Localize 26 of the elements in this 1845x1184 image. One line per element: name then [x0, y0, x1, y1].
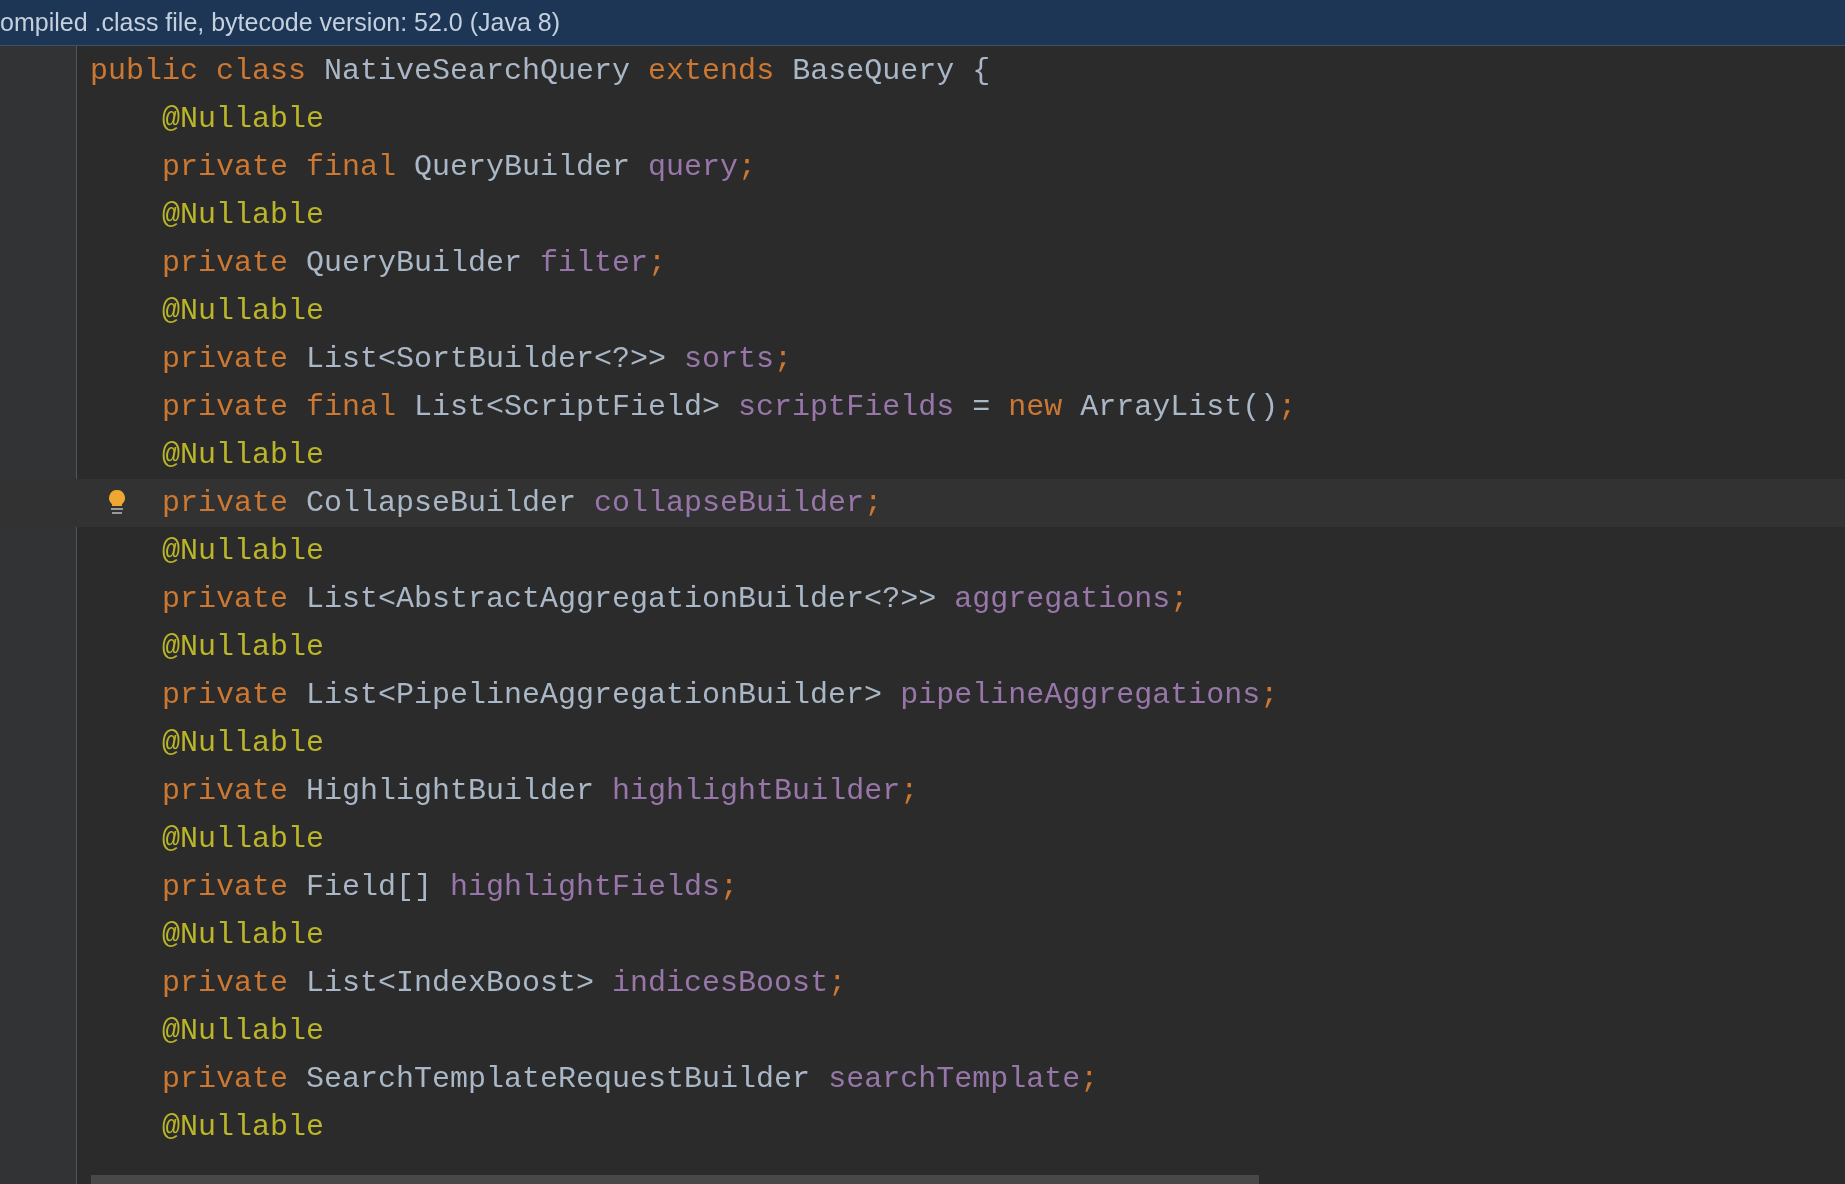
code-line: private QueryBuilder filter; [162, 245, 667, 282]
code-line: @Nullable [162, 1109, 325, 1146]
code-line: @Nullable [162, 197, 325, 234]
code-line: private SearchTemplateRequestBuilder searchTemplate; [162, 1061, 1099, 1098]
code-line: @Nullable [162, 533, 325, 570]
code-line: @Nullable [162, 629, 325, 666]
code-line: @Nullable [162, 917, 325, 954]
code-line: private final QueryBuilder query; [162, 149, 757, 186]
code-line: @Nullable [162, 821, 325, 858]
banner-text: ompiled .class file, bytecode version: 52.0 (Java 8) [0, 6, 560, 38]
lightbulb-icon[interactable] [107, 489, 127, 515]
code-line: @Nullable [162, 437, 325, 474]
code-line: @Nullable [162, 101, 325, 138]
code-line: private Field[] highlightFields; [162, 869, 739, 906]
code-line: private final List<ScriptField> scriptFields = new ArrayList(); [162, 389, 1297, 426]
code-line: private List<AbstractAggregationBuilder<?>> aggregations; [162, 581, 1189, 618]
code-line: private List<SortBuilder<?>> sorts; [162, 341, 793, 378]
code-line: private CollapseBuilder collapseBuilder; [162, 485, 883, 522]
code-line: @Nullable [162, 293, 325, 330]
code-line: @Nullable [162, 1013, 325, 1050]
horizontal-scrollbar[interactable] [91, 1175, 1259, 1184]
code-line: private HighlightBuilder highlightBuilder; [162, 773, 919, 810]
code-line: private List<PipelineAggregationBuilder> pipelineAggregations; [162, 677, 1279, 714]
code-line: private List<IndexBoost> indicesBoost; [162, 965, 847, 1002]
code-line: @Nullable [162, 725, 325, 762]
code-line: public class NativeSearchQuery extends BaseQuery { [90, 53, 991, 90]
